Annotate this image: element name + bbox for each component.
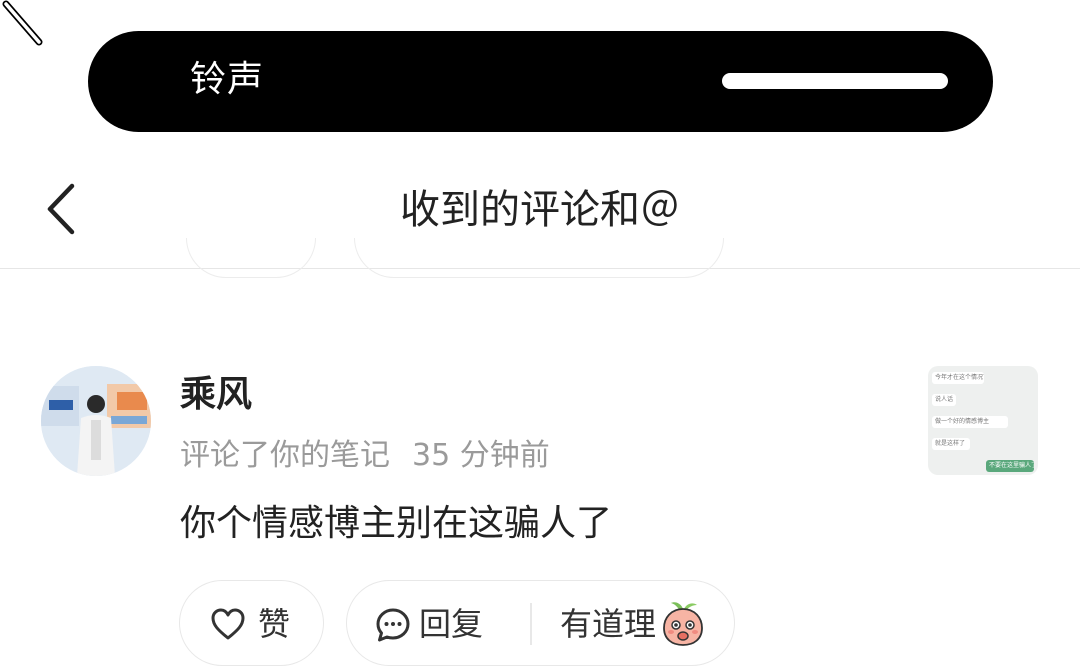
like-button[interactable]: 赞 — [179, 580, 324, 666]
avatar[interactable] — [41, 366, 151, 476]
thumb-chat-line: 就是这样了 — [932, 438, 970, 450]
comment-action-text: 评论了你的笔记 — [180, 438, 390, 473]
thumb-chat-line: 说人话 — [932, 394, 956, 406]
previous-reply-pill[interactable] — [354, 238, 724, 278]
reply-reaction-group: 回复 有道理 — [346, 580, 735, 666]
reaction-label: 有道理 — [560, 605, 657, 643]
thumb-chat-line: 做一个好的情感博主 — [932, 416, 1008, 428]
thumb-chat-line: 今年才在这个情况下 — [932, 372, 984, 384]
avatar-photo — [41, 366, 151, 476]
peach-emoji-icon — [663, 602, 703, 646]
bell-muted-icon — [2, 0, 43, 46]
heart-outline-icon — [211, 608, 245, 640]
comment-text[interactable]: 你个情感博主别在这骗人了 — [180, 500, 612, 548]
reply-label: 回复 — [419, 605, 484, 643]
thumb-chat-line: 不要在这里骗人了 — [986, 460, 1034, 472]
comment-meta: 评论了你的笔记 35 分钟前 — [180, 436, 550, 476]
like-label: 赞 — [258, 605, 291, 643]
volume-level-bar — [722, 73, 948, 89]
chat-bubble-icon — [376, 608, 410, 642]
reply-button[interactable]: 回复 — [347, 581, 527, 665]
action-divider — [530, 603, 532, 645]
commenter-name[interactable]: 乘风 — [180, 372, 252, 418]
comment-timestamp: 35 分钟前 — [412, 438, 550, 473]
note-thumbnail[interactable]: 今年才在这个情况下 说人话 做一个好的情感博主 就是这样了 不要在这里骗人了 — [928, 366, 1038, 475]
previous-like-pill[interactable] — [186, 238, 316, 278]
page-title: 收到的评论和＠ — [400, 187, 680, 233]
ringer-mode-label: 铃声 — [190, 59, 265, 100]
reaction-button[interactable]: 有道理 — [537, 581, 733, 665]
